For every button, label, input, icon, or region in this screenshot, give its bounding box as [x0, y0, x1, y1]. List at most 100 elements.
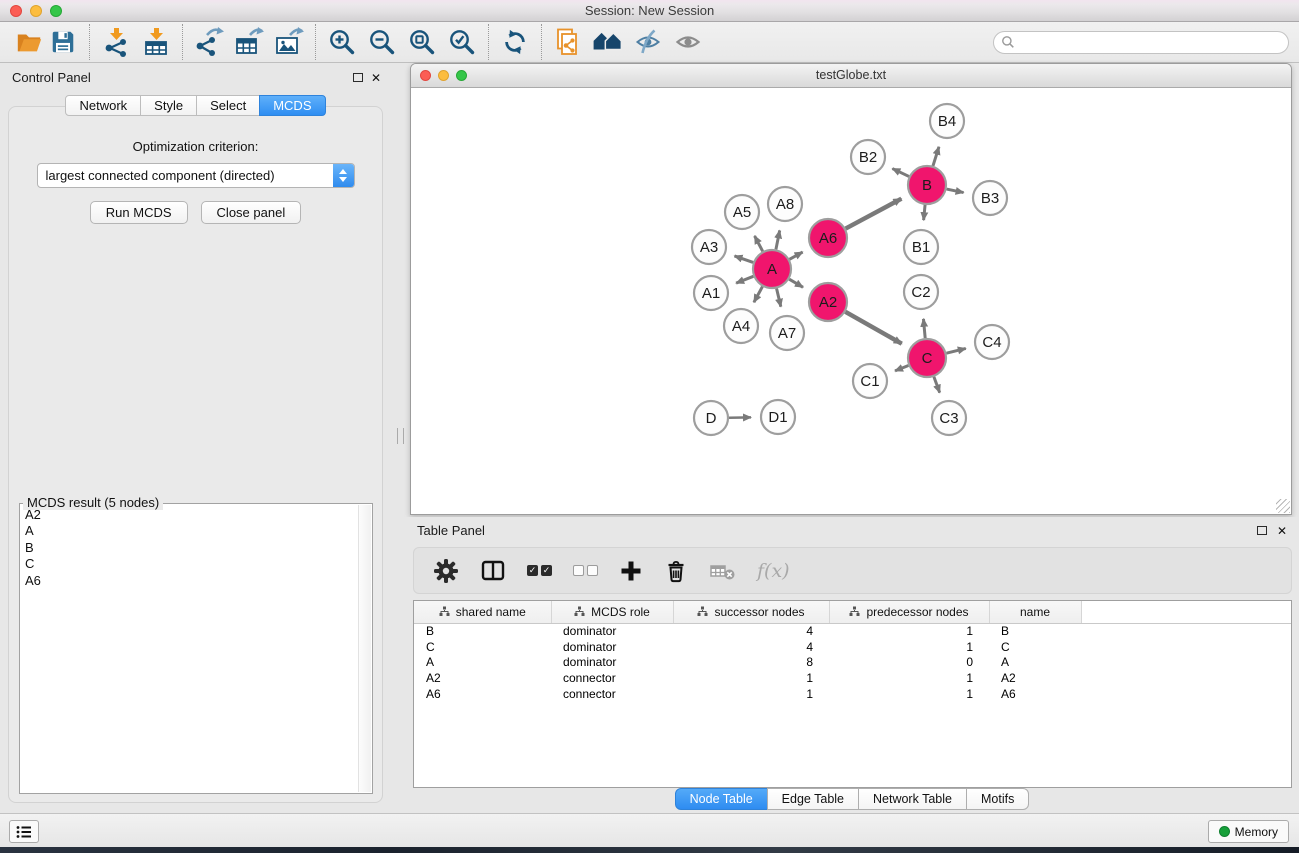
cell[interactable]: 8 — [673, 655, 829, 671]
zoom-fit-button[interactable] — [405, 25, 439, 59]
cell[interactable]: 4 — [673, 623, 829, 639]
network-graph[interactable]: AA1A2A3A4A5A6A7A8BB1B2B3B4CC1C2C3C4DD1 — [411, 88, 1291, 514]
node-B[interactable]: B — [908, 166, 946, 204]
edge-A-A2[interactable] — [789, 279, 803, 287]
close-panel-button[interactable]: Close panel — [201, 201, 302, 224]
node-C[interactable]: C — [908, 339, 946, 377]
cell[interactable]: 4 — [673, 639, 829, 655]
cell[interactable]: 1 — [829, 670, 989, 686]
hide-graphics-button[interactable] — [631, 25, 665, 59]
edge-A-A4[interactable] — [754, 287, 763, 303]
node-A7[interactable]: A7 — [770, 316, 804, 350]
result-item[interactable]: B — [21, 540, 357, 556]
edge-A2-C[interactable] — [845, 312, 901, 344]
node-D[interactable]: D — [694, 401, 728, 435]
result-item[interactable]: A6 — [21, 573, 357, 589]
zoom-out-button[interactable] — [365, 25, 399, 59]
cell[interactable]: 1 — [673, 670, 829, 686]
import-table-button[interactable] — [139, 25, 173, 59]
table-row[interactable]: Adominator80A — [414, 655, 1291, 671]
save-session-button[interactable] — [46, 25, 80, 59]
network-document-button[interactable] — [551, 25, 585, 59]
task-history-button[interactable] — [9, 820, 39, 843]
float-panel-icon[interactable] — [353, 73, 363, 82]
node-B3[interactable]: B3 — [973, 181, 1007, 215]
column-header-MCDS-role[interactable]: MCDS role — [551, 601, 673, 623]
window-resize-grip[interactable] — [1276, 499, 1290, 513]
cell[interactable]: dominator — [551, 639, 673, 655]
table-row[interactable]: A6connector11A6 — [414, 686, 1291, 702]
select-all-columns-button[interactable] — [527, 565, 552, 576]
close-table-panel-icon[interactable] — [1277, 523, 1287, 539]
column-header-successor-nodes[interactable]: successor nodes — [673, 601, 829, 623]
pane-split-grip[interactable] — [397, 428, 404, 444]
cell[interactable]: dominator — [551, 623, 673, 639]
cell[interactable]: 1 — [829, 686, 989, 702]
function-builder-button[interactable]: f(x) — [757, 560, 790, 582]
edge-A-A1[interactable] — [736, 276, 753, 283]
node-A1[interactable]: A1 — [694, 276, 728, 310]
result-item[interactable]: A — [21, 523, 357, 539]
toolbar-search[interactable] — [993, 31, 1289, 54]
delete-column-button[interactable] — [664, 559, 688, 583]
node-A8[interactable]: A8 — [768, 187, 802, 221]
table-row[interactable]: A2connector11A2 — [414, 670, 1291, 686]
column-header-predecessor-nodes[interactable]: predecessor nodes — [829, 601, 989, 623]
tab-motifs[interactable]: Motifs — [966, 788, 1029, 810]
edge-A-A3[interactable] — [734, 256, 753, 263]
zoom-selected-button[interactable] — [445, 25, 479, 59]
result-item[interactable]: C — [21, 556, 357, 572]
edge-B-B4[interactable] — [933, 147, 939, 166]
add-column-button[interactable] — [619, 559, 643, 583]
optimization-dropdown[interactable]: largest connected component (directed) — [37, 163, 355, 188]
tab-network[interactable]: Network — [65, 95, 141, 116]
node-A6[interactable]: A6 — [809, 219, 847, 257]
cell[interactable]: A6 — [989, 686, 1081, 702]
cell[interactable]: A — [989, 655, 1081, 671]
cell[interactable]: B — [414, 623, 551, 639]
edge-A-A5[interactable] — [755, 236, 763, 251]
node-C3[interactable]: C3 — [932, 401, 966, 435]
column-header-shared-name[interactable]: shared name — [414, 601, 551, 623]
search-input[interactable] — [1015, 33, 1288, 51]
network-window-titlebar[interactable]: testGlobe.txt — [411, 64, 1291, 88]
edge-B-B2[interactable] — [892, 169, 909, 177]
node-B4[interactable]: B4 — [930, 104, 964, 138]
zoom-in-button[interactable] — [325, 25, 359, 59]
cell[interactable]: C — [414, 639, 551, 655]
network-canvas[interactable]: AA1A2A3A4A5A6A7A8BB1B2B3B4CC1C2C3C4DD1 — [411, 88, 1291, 514]
node-D1[interactable]: D1 — [761, 400, 795, 434]
node-A4[interactable]: A4 — [724, 309, 758, 343]
float-table-panel-icon[interactable] — [1257, 526, 1267, 535]
apply-layout-button[interactable] — [498, 25, 532, 59]
cell[interactable]: A2 — [989, 670, 1081, 686]
delete-table-button[interactable] — [709, 558, 736, 584]
node-B2[interactable]: B2 — [851, 140, 885, 174]
edge-C-C3[interactable] — [934, 377, 940, 393]
import-network-button[interactable] — [99, 25, 133, 59]
cell[interactable]: A6 — [414, 686, 551, 702]
node-B1[interactable]: B1 — [904, 230, 938, 264]
edge-A-A6[interactable] — [789, 252, 802, 259]
node-A3[interactable]: A3 — [692, 230, 726, 264]
tab-style[interactable]: Style — [140, 95, 197, 116]
cell[interactable]: 0 — [829, 655, 989, 671]
edge-C-C1[interactable] — [895, 365, 908, 370]
close-panel-icon[interactable] — [371, 70, 381, 86]
open-session-button[interactable] — [12, 25, 46, 59]
node-A2[interactable]: A2 — [809, 283, 847, 321]
node-A5[interactable]: A5 — [725, 195, 759, 229]
edge-A6-B[interactable] — [846, 199, 902, 229]
table-row[interactable]: Cdominator41C — [414, 639, 1291, 655]
column-header-name[interactable]: name — [989, 601, 1081, 623]
memory-button[interactable]: Memory — [1208, 820, 1289, 843]
node-C1[interactable]: C1 — [853, 364, 887, 398]
cell[interactable]: B — [989, 623, 1081, 639]
cell[interactable]: 1 — [673, 686, 829, 702]
session-home-button[interactable] — [591, 25, 625, 59]
node-table[interactable]: shared nameMCDS rolesuccessor nodesprede… — [413, 600, 1292, 788]
edge-B-B3[interactable] — [947, 189, 964, 193]
tab-mcds[interactable]: MCDS — [259, 95, 325, 116]
result-scrollbar[interactable] — [358, 505, 371, 792]
edge-C-C2[interactable] — [923, 319, 925, 338]
